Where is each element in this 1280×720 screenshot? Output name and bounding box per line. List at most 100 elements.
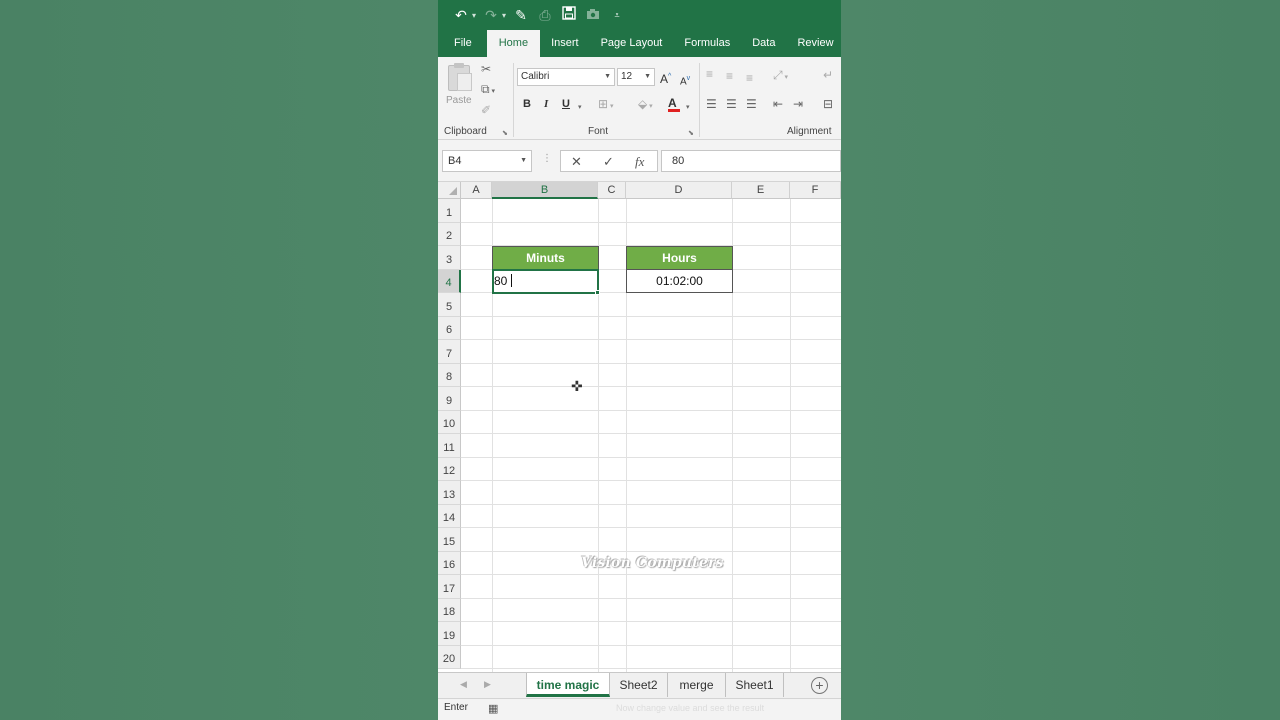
- align-left-icon[interactable]: ☰: [706, 97, 717, 111]
- undo-dropdown-icon[interactable]: ▾: [472, 11, 476, 20]
- decrease-indent-icon[interactable]: ⇤: [773, 97, 783, 111]
- name-box[interactable]: B4 ▼: [442, 150, 532, 172]
- row-header-19[interactable]: 19: [438, 622, 461, 646]
- formula-bar-grip-icon[interactable]: ⋮: [542, 153, 552, 164]
- fill-color-icon[interactable]: ⬙ ▾: [638, 97, 653, 114]
- orientation-icon[interactable]: ⤢ ▾: [773, 68, 788, 85]
- tab-review[interactable]: Review: [786, 30, 841, 57]
- row-header-20[interactable]: 20: [438, 646, 461, 669]
- tab-home[interactable]: Home: [486, 30, 541, 57]
- font-name-dropdown[interactable]: Calibri ▼: [517, 68, 615, 86]
- font-size-dropdown[interactable]: 12 ▼: [617, 68, 655, 86]
- customize-qat-icon[interactable]: ⩡: [608, 6, 626, 24]
- font-size-value: 12: [621, 71, 633, 82]
- confirm-entry-button[interactable]: ✓: [603, 154, 614, 170]
- sheet-tab-time-magic[interactable]: time magic: [526, 673, 610, 697]
- column-header-f[interactable]: F: [790, 182, 841, 199]
- formula-input[interactable]: 80: [661, 150, 841, 172]
- shrink-font-button[interactable]: Av: [680, 72, 690, 89]
- row-header-5[interactable]: 5: [438, 293, 461, 317]
- sheet-tab-sheet1[interactable]: Sheet1: [726, 673, 784, 697]
- font-launcher-icon[interactable]: ⬊: [688, 129, 694, 137]
- bold-button[interactable]: B: [523, 98, 531, 110]
- redo-dropdown-icon[interactable]: ▾: [502, 11, 506, 20]
- increase-indent-icon[interactable]: ⇥: [793, 97, 803, 111]
- underline-dropdown-icon[interactable]: ▾: [578, 101, 582, 115]
- wrap-text-icon[interactable]: ↵: [823, 68, 833, 82]
- sheet-tab-sheet2[interactable]: Sheet2: [610, 673, 668, 697]
- cut-icon[interactable]: ✂: [481, 62, 491, 76]
- italic-button[interactable]: I: [544, 98, 548, 110]
- tab-insert[interactable]: Insert: [540, 30, 590, 57]
- font-color-button[interactable]: A: [668, 96, 680, 112]
- clipboard-group-label: Clipboard: [444, 126, 487, 137]
- formula-bar: B4 ▼ ⋮ ✕ ✓ fx 80: [438, 140, 841, 182]
- row-header-15[interactable]: 15: [438, 528, 461, 552]
- undo-icon[interactable]: ↶: [452, 6, 470, 24]
- row-header-6[interactable]: 6: [438, 317, 461, 340]
- row-header-14[interactable]: 14: [438, 505, 461, 528]
- middle-align-icon[interactable]: ≡: [726, 69, 733, 83]
- add-sheet-button[interactable]: +: [811, 677, 828, 694]
- column-header-c[interactable]: C: [598, 182, 626, 199]
- row-header-10[interactable]: 10: [438, 411, 461, 434]
- macro-record-icon[interactable]: ▦: [488, 702, 498, 715]
- align-right-icon[interactable]: ☰: [746, 97, 757, 111]
- insert-function-button[interactable]: fx: [635, 154, 644, 170]
- row-header-18[interactable]: 18: [438, 599, 461, 622]
- underline-button[interactable]: U: [562, 98, 570, 110]
- merge-center-icon[interactable]: ⊟: [823, 97, 833, 111]
- row-header-3[interactable]: 3: [438, 246, 461, 270]
- previous-sheet-icon[interactable]: ◀: [460, 679, 467, 690]
- select-all-button[interactable]: [438, 182, 461, 199]
- video-caption: Now change value and see the result: [616, 703, 765, 713]
- row-header-16[interactable]: 16: [438, 552, 461, 575]
- tab-page-layout[interactable]: Page Layout: [590, 30, 674, 57]
- row-header-7[interactable]: 7: [438, 340, 461, 364]
- row-header-12[interactable]: 12: [438, 458, 461, 481]
- cell-b4-active-editing[interactable]: 80: [492, 269, 599, 294]
- sheet-tab-merge[interactable]: merge: [668, 673, 726, 697]
- fill-handle[interactable]: [595, 290, 600, 295]
- save-icon[interactable]: [560, 6, 578, 24]
- row-header-4[interactable]: 4: [438, 270, 461, 293]
- eraser-icon[interactable]: ✎: [512, 6, 530, 24]
- cell-d4-hours-value[interactable]: 01:02:00: [626, 269, 733, 293]
- copy-icon[interactable]: ⧉ ▾: [481, 82, 495, 99]
- camera-icon[interactable]: [584, 6, 602, 24]
- watermark-text: Vision Computers: [581, 555, 724, 571]
- row-header-17[interactable]: 17: [438, 575, 461, 599]
- grow-font-button[interactable]: A^: [660, 70, 671, 86]
- format-painter-icon[interactable]: ✐: [481, 103, 491, 117]
- redo-icon[interactable]: ↷: [482, 6, 500, 24]
- row-header-2[interactable]: 2: [438, 223, 461, 246]
- paste-label: Paste: [446, 95, 472, 106]
- align-center-icon[interactable]: ☰: [726, 97, 737, 111]
- row-header-8[interactable]: 8: [438, 364, 461, 387]
- row-gridline: [461, 551, 841, 552]
- top-align-icon[interactable]: ≡: [706, 67, 713, 81]
- row-header-1[interactable]: 1: [438, 199, 461, 223]
- worksheet-grid[interactable]: A B C D E F 1 2 3 4 5 6 7 8 9 10 11 12 13 14 15 16 17 18 1…: [438, 182, 841, 672]
- paste-button[interactable]: [448, 63, 474, 93]
- borders-icon[interactable]: ⊞ ▾: [598, 97, 614, 114]
- next-sheet-icon[interactable]: ▶: [484, 679, 491, 690]
- bottom-align-icon[interactable]: ≡: [746, 71, 753, 85]
- cell-d3-hours-header[interactable]: Hours: [626, 246, 733, 270]
- clipboard-launcher-icon[interactable]: ⬊: [502, 129, 508, 137]
- cancel-entry-button[interactable]: ✕: [571, 154, 582, 170]
- tab-file[interactable]: File: [438, 30, 487, 57]
- row-header-11[interactable]: 11: [438, 434, 461, 458]
- row-gridline: [461, 386, 841, 387]
- column-header-a[interactable]: A: [461, 182, 492, 199]
- print-preview-icon[interactable]: ⎙: [536, 6, 554, 24]
- tab-formulas[interactable]: Formulas: [673, 30, 741, 57]
- row-header-13[interactable]: 13: [438, 481, 461, 505]
- column-header-d[interactable]: D: [626, 182, 732, 199]
- row-header-9[interactable]: 9: [438, 387, 461, 411]
- font-color-dropdown-icon[interactable]: ▾: [686, 101, 690, 115]
- column-header-e[interactable]: E: [732, 182, 790, 199]
- tab-data[interactable]: Data: [741, 30, 786, 57]
- cell-b3-minuts-header[interactable]: Minuts: [492, 246, 599, 270]
- column-header-b[interactable]: B: [492, 182, 598, 199]
